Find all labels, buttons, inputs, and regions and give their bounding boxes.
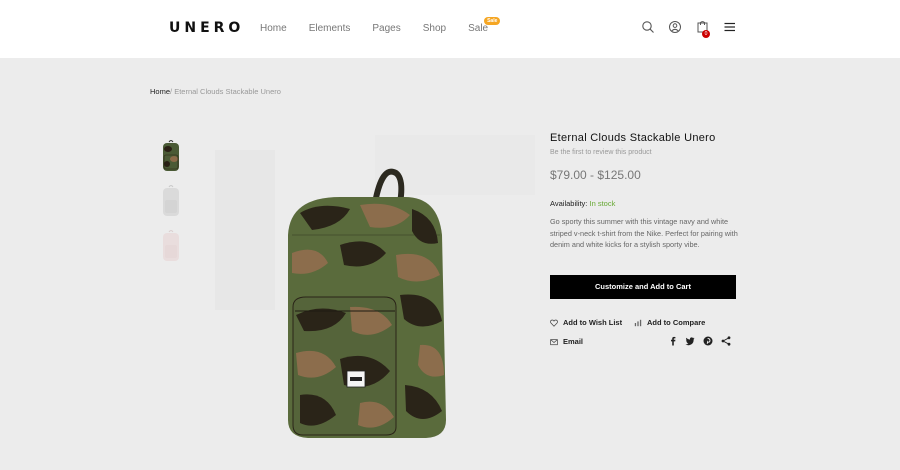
breadcrumb-home[interactable]: Home	[150, 87, 170, 96]
availability-label: Availability:	[550, 199, 588, 208]
nav-item-pages[interactable]: Pages	[372, 23, 400, 34]
product-description: Go sporty this summer with this vintage …	[550, 217, 738, 249]
site-logo[interactable]: UNERO	[169, 20, 244, 36]
nav-item-home[interactable]: Home	[260, 23, 287, 34]
share-icon[interactable]	[721, 336, 731, 346]
wishlist-label: Add to Wish List	[563, 318, 623, 327]
email-label: Email	[563, 337, 584, 346]
review-link[interactable]: Be the first to review this product	[550, 149, 652, 156]
nav-item-sale[interactable]: Sale Sale	[468, 17, 501, 34]
menu-icon[interactable]	[723, 20, 737, 34]
breadcrumb-current: Eternal Clouds Stackable Unero	[174, 87, 281, 96]
add-to-compare-button[interactable]: Add to Compare	[634, 318, 705, 327]
breadcrumb: Home/ Eternal Clouds Stackable Unero	[150, 87, 281, 96]
cart-count-badge: 0	[702, 30, 710, 38]
search-icon[interactable]	[641, 20, 655, 34]
user-icon[interactable]	[668, 20, 682, 34]
thumbnail-3[interactable]	[160, 229, 182, 263]
heart-icon	[550, 319, 558, 327]
email-icon	[550, 338, 558, 345]
pinterest-icon[interactable]	[703, 336, 713, 346]
thumbnail-1[interactable]	[160, 139, 182, 173]
product-title: Eternal Clouds Stackable Unero	[550, 132, 716, 144]
email-button[interactable]: Email	[550, 337, 583, 346]
facebook-icon[interactable]	[668, 336, 678, 346]
compare-icon	[634, 319, 642, 326]
availability: Availability: In stock	[550, 199, 615, 208]
site-header: UNERO Home Elements Pages Shop Sale Sale…	[0, 0, 900, 58]
nav-item-sale-label: Sale	[468, 23, 489, 34]
nav-item-elements[interactable]: Elements	[309, 23, 351, 34]
sale-badge: Sale	[484, 17, 501, 25]
add-to-wishlist-button[interactable]: Add to Wish List	[550, 318, 622, 327]
twitter-icon[interactable]	[685, 336, 695, 346]
thumbnail-2[interactable]	[160, 184, 182, 218]
stock-status: In stock	[589, 199, 616, 208]
main-nav: Home Elements Pages Shop Sale Sale	[260, 17, 510, 34]
breadcrumb-separator: /	[170, 87, 173, 96]
compare-label: Add to Compare	[647, 318, 706, 327]
product-price: $79.00 - $125.00	[550, 168, 641, 182]
nav-item-shop[interactable]: Shop	[423, 23, 446, 34]
product-image	[200, 135, 540, 470]
customize-add-to-cart-button[interactable]: Customize and Add to Cart	[550, 275, 736, 299]
